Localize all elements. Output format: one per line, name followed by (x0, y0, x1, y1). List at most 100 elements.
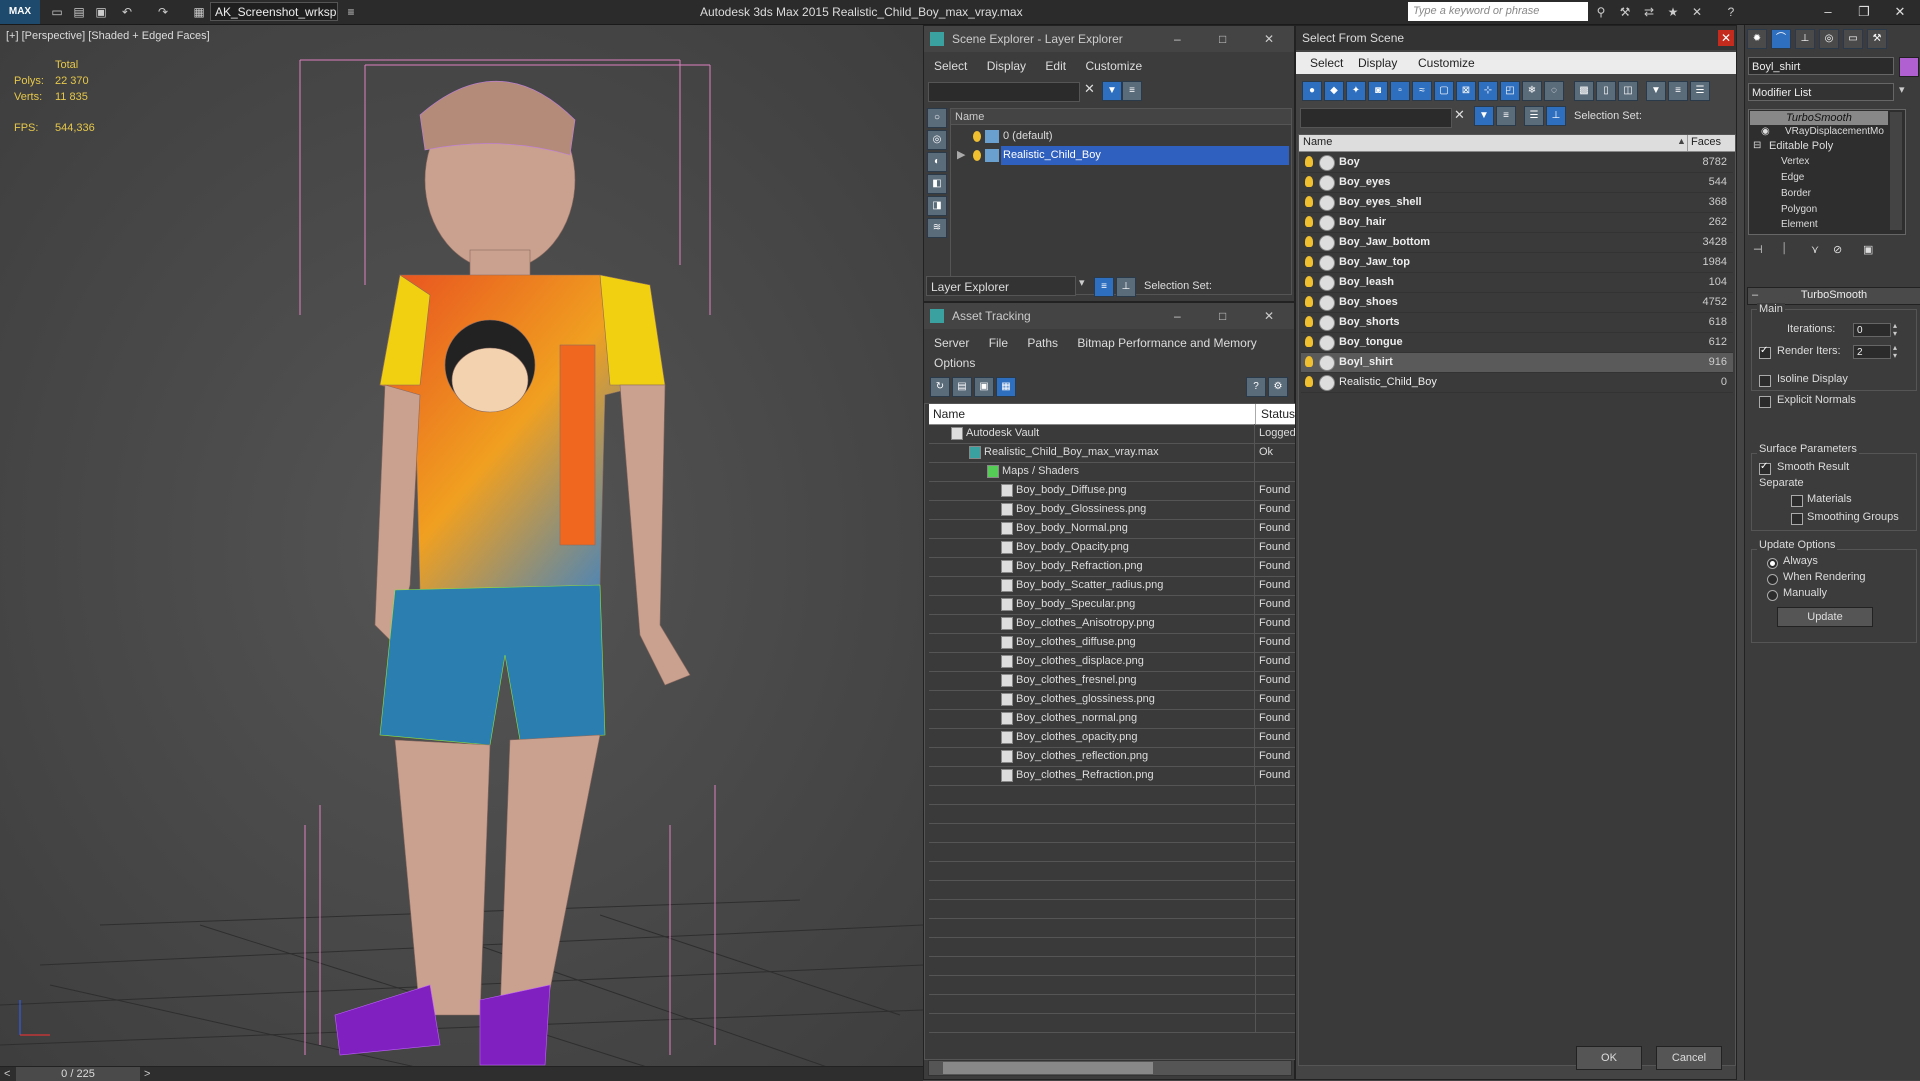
explicit-normals-checkbox[interactable] (1759, 396, 1771, 408)
asset-row[interactable]: Boy_clothes_opacity.png Found (929, 728, 1297, 748)
layer-visible-icon[interactable] (973, 131, 981, 142)
cancel-button[interactable]: Cancel (1656, 1046, 1722, 1070)
close-icon[interactable]: ✕ (1264, 26, 1274, 52)
menu-options[interactable]: Options (934, 356, 975, 370)
undo-icon[interactable]: ↶ (118, 3, 136, 21)
collapse-icon[interactable]: ⊟ (1753, 140, 1761, 151)
favorites-icon[interactable]: ★ (1664, 3, 1682, 21)
menu-select[interactable]: Select (934, 59, 967, 73)
layer-row-realistic-child-boy[interactable]: ▶ Realistic_Child_Boy (951, 146, 1291, 165)
time-prev-button[interactable]: < (4, 1067, 10, 1081)
help-icon[interactable]: ? (1246, 377, 1266, 397)
always-radio[interactable] (1767, 558, 1778, 569)
refresh-icon[interactable]: ↻ (930, 377, 950, 397)
object-row[interactable]: Boy_Jaw_top 1984 (1301, 253, 1733, 273)
visibility-bulb-icon[interactable] (1305, 236, 1313, 247)
visibility-bulb-icon[interactable] (1305, 356, 1313, 367)
perspective-viewport[interactable]: [+] [Perspective] [Shaded + Edged Faces]… (0, 25, 923, 1068)
menu-display[interactable]: Display (1358, 56, 1397, 70)
tools-icon[interactable]: ⚒ (1616, 3, 1634, 21)
scene-filter-input[interactable] (928, 82, 1080, 102)
object-row[interactable]: Realistic_Child_Boy 0 (1301, 373, 1733, 393)
render-iters-checkbox[interactable] (1759, 345, 1771, 359)
remove-modifier-icon[interactable]: ⊘ (1833, 243, 1842, 256)
filter-icon[interactable]: ▼ (1646, 81, 1666, 101)
asset-row[interactable]: Boy_clothes_normal.png Found (929, 709, 1297, 729)
object-row[interactable]: Boy_hair 262 (1301, 213, 1733, 233)
shapes-filter-icon[interactable]: ◨ (927, 196, 947, 216)
redo-icon[interactable]: ↷ (154, 3, 172, 21)
make-unique-icon[interactable]: ⋎ (1811, 243, 1819, 256)
asset-row[interactable]: Boy_clothes_diffuse.png Found (929, 633, 1297, 653)
object-row[interactable]: Boy_eyes_shell 368 (1301, 193, 1733, 213)
display-geometry-icon[interactable]: ● (1302, 81, 1322, 101)
geometry-filter-icon[interactable]: ◧ (927, 174, 947, 194)
asset-row[interactable]: Boy_body_Glossiness.png Found (929, 500, 1297, 520)
asset-row[interactable]: Boy_body_Scatter_radius.png Found (929, 576, 1297, 596)
minimize-icon[interactable]: – (1174, 303, 1181, 329)
expand-arrow-icon[interactable]: ▶ (957, 146, 965, 165)
motion-tab-icon[interactable]: ◎ (1819, 29, 1839, 49)
open-file-icon[interactable]: ▤ (70, 3, 88, 21)
object-row[interactable]: Boy_shorts 618 (1301, 313, 1733, 333)
find-options-icon[interactable]: ≡ (1496, 106, 1516, 126)
select-from-scene-titlebar[interactable]: Select From Scene ✕ (1296, 26, 1736, 50)
project-folder-icon[interactable]: ▦ (190, 3, 208, 21)
subobject-polygon[interactable]: Polygon (1781, 204, 1817, 215)
workspace-menu-icon[interactable]: ≡ (342, 3, 360, 21)
asset-row[interactable]: Boy_clothes_reflection.png Found (929, 747, 1297, 767)
clear-filter-icon[interactable]: ✕ (1454, 107, 1465, 123)
viewport-label[interactable]: [+] [Perspective] [Shaded + Edged Faces] (6, 30, 210, 42)
workspace-dropdown[interactable]: AK_Screenshot_wrksp (210, 2, 338, 21)
isoline-display-checkbox[interactable] (1759, 375, 1771, 387)
asset-row[interactable]: Boy_clothes_displace.png Found (929, 652, 1297, 672)
visibility-bulb-icon[interactable] (1305, 376, 1313, 387)
display-containers-icon[interactable]: ◰ (1500, 81, 1520, 101)
maximize-icon[interactable]: □ (1219, 26, 1226, 52)
scrollbar-thumb[interactable] (943, 1062, 1153, 1074)
utilities-tab-icon[interactable]: ⚒ (1867, 29, 1887, 49)
menu-customize[interactable]: Customize (1418, 56, 1475, 70)
close-icon[interactable]: ✕ (1718, 30, 1734, 46)
materials-checkbox[interactable] (1791, 495, 1803, 507)
asset-row[interactable]: Boy_body_Specular.png Found (929, 595, 1297, 615)
stack-item-vraydisplacement[interactable]: VRayDisplacementMo (1785, 126, 1889, 137)
subobject-vertex[interactable]: Vertex (1781, 156, 1809, 167)
display-bones-icon[interactable]: ⊹ (1478, 81, 1498, 101)
smoothing-groups-checkbox[interactable] (1791, 513, 1803, 525)
object-row[interactable]: Boy_Jaw_bottom 3428 (1301, 233, 1733, 253)
dropdown-arrow-icon[interactable]: ▾ (1079, 276, 1085, 289)
column-faces[interactable]: Faces (1691, 136, 1721, 148)
when-rendering-radio[interactable] (1767, 574, 1778, 585)
asset-row[interactable]: Maps / Shaders (929, 462, 1297, 482)
asset-row[interactable]: Boy_body_Diffuse.png Found (929, 481, 1297, 501)
asset-row[interactable]: Boy_body_Opacity.png Found (929, 538, 1297, 558)
menu-select[interactable]: Select (1310, 56, 1343, 70)
binoculars-icon[interactable]: ⚲ (1592, 3, 1610, 21)
object-color-swatch[interactable] (1899, 57, 1919, 77)
asset-row[interactable]: Autodesk Vault Logged (929, 424, 1297, 444)
dropdown-arrow-icon[interactable]: ▾ (1899, 83, 1905, 96)
options-icon[interactable]: ≡ (1668, 81, 1688, 101)
asset-row[interactable]: Boy_body_Normal.png Found (929, 519, 1297, 539)
save-file-icon[interactable]: ▣ (92, 3, 110, 21)
display-frozen-icon[interactable]: ❄ (1522, 81, 1542, 101)
object-name-field[interactable]: Boyl_shirt (1748, 57, 1894, 75)
update-button[interactable]: Update (1777, 607, 1873, 627)
close-tools-icon[interactable]: ✕ (1688, 3, 1706, 21)
display-hidden-icon[interactable]: ◌ (1544, 81, 1564, 101)
close-icon[interactable]: ✕ (1882, 0, 1918, 24)
menu-bitmap-performance[interactable]: Bitmap Performance and Memory (1077, 336, 1256, 350)
display-none-icon[interactable]: ▯ (1596, 81, 1616, 101)
list-view-icon[interactable]: ▤ (952, 377, 972, 397)
modify-tab-icon[interactable]: ⌒ (1771, 29, 1791, 49)
subobject-border[interactable]: Border (1781, 188, 1811, 199)
time-slider[interactable]: < 0 / 225 > (0, 1066, 923, 1081)
visibility-bulb-icon[interactable] (1305, 156, 1313, 167)
minimize-icon[interactable]: – (1174, 26, 1181, 52)
asset-row[interactable]: Boy_body_Refraction.png Found (929, 557, 1297, 577)
column-name[interactable]: Name (1303, 136, 1332, 148)
menu-file[interactable]: File (989, 336, 1008, 350)
menu-display[interactable]: Display (987, 59, 1026, 73)
help-icon[interactable]: ? (1722, 3, 1740, 21)
